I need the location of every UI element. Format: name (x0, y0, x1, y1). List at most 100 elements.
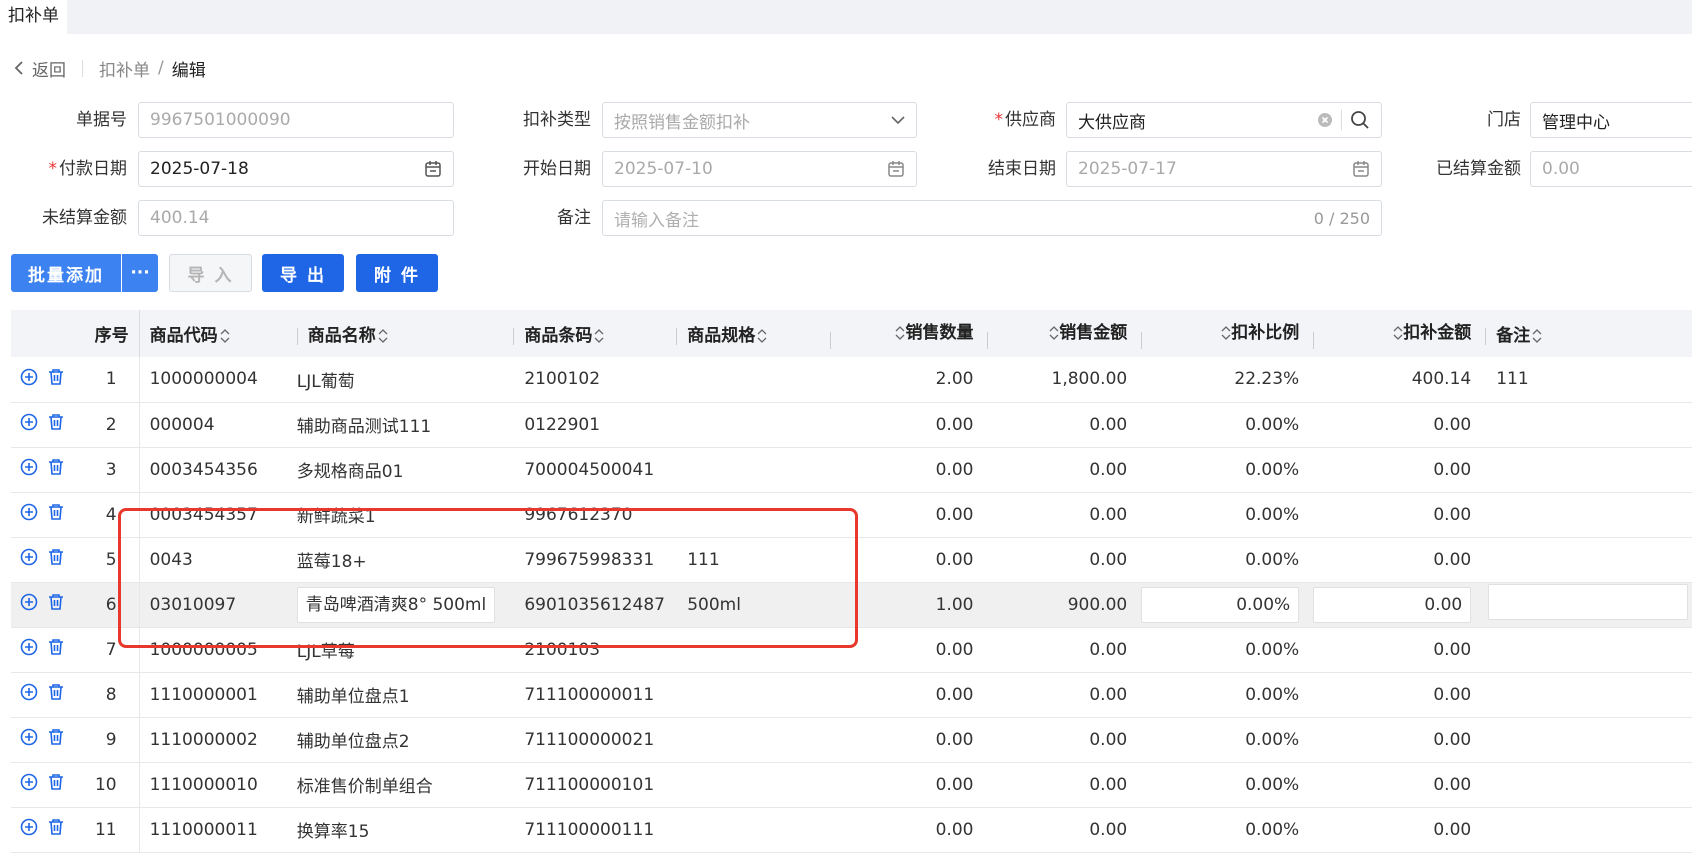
cell-remark (1485, 672, 1692, 717)
delete-row-icon[interactable] (47, 413, 65, 436)
cell-text: 0.00% (1245, 504, 1300, 525)
cell-deduct-amount: 0.00 (1313, 582, 1485, 627)
delete-row-icon[interactable] (47, 458, 65, 481)
table-row[interactable]: 3 0003454356 多规格商品01 700004500041 0.00 0.00 0.… (11, 447, 1692, 492)
delete-row-icon[interactable] (47, 593, 65, 616)
supplier-label-text: 供应商 (1005, 110, 1056, 130)
table-row[interactable]: 9 1110000002 辅助单位盘点2 711100000021 0.00 0.00 0.… (11, 717, 1692, 762)
delete-row-icon[interactable] (47, 368, 65, 391)
supplier-label: * 供应商 (994, 110, 1057, 130)
tab-bar: 扣补单 (0, 0, 1692, 34)
add-row-icon[interactable] (20, 368, 38, 391)
delete-row-icon[interactable] (47, 728, 65, 751)
header-barcode[interactable]: 商品条码 (513, 310, 677, 357)
header-deduct-amount[interactable]: 扣补金额 (1313, 310, 1486, 357)
cell-ratio: 0.00% (1141, 402, 1313, 447)
attach-button[interactable]: 附 件 (356, 254, 438, 292)
cell-spec (676, 447, 829, 492)
add-row-icon[interactable] (20, 413, 38, 436)
table-row[interactable]: 8 1110000001 辅助单位盘点1 711100000011 0.00 0.00 0.… (11, 672, 1692, 717)
add-row-icon[interactable] (20, 638, 38, 661)
batch-add-button[interactable]: 批量添加 (11, 254, 121, 292)
cell-code: 000004 (149, 414, 215, 435)
end-date-field: 2025-07-17 (1066, 151, 1382, 187)
cell-sales-qty: 0.00 (935, 819, 974, 840)
add-row-icon[interactable] (20, 818, 38, 841)
delete-row-icon[interactable] (47, 683, 65, 706)
start-date-field: 2025-07-10 (602, 151, 917, 187)
table-row[interactable]: 1 1000000004 LJL葡萄 2100102 2.00 1,800.00 22.23… (11, 357, 1692, 402)
cell-text: 0.00 (1433, 819, 1472, 840)
cell-sales-qty: 0.00 (935, 729, 974, 750)
header-sales-qty[interactable]: 销售数量 (829, 310, 988, 357)
cell-deduct-amount: 0.00 (1313, 717, 1485, 762)
cell-input[interactable] (1488, 584, 1689, 620)
search-icon[interactable] (1350, 110, 1370, 130)
supplier-field[interactable]: 大供应商 (1066, 102, 1382, 138)
remark-input[interactable]: 请输入备注 0 / 250 (602, 200, 1382, 236)
cell-text: 0.00% (1245, 819, 1300, 840)
cell-seq: 10 (79, 762, 140, 807)
calendar-icon[interactable] (424, 160, 442, 178)
back-link[interactable]: 返回 (14, 56, 66, 81)
deduction-type-select[interactable]: 按照销售金额扣补 (602, 102, 917, 138)
delete-row-icon[interactable] (47, 548, 65, 571)
cell-deduct-amount: 0.00 (1313, 492, 1485, 537)
deduction-type-label: 扣补类型 (523, 110, 591, 130)
table-row[interactable]: 10 1110000010 标准售价制单组合 711100000101 0.00 0.00… (11, 762, 1692, 807)
column-divider (1313, 332, 1315, 349)
header-sales-amount[interactable]: 销售金额 (987, 310, 1142, 357)
pay-date-label-text: 付款日期 (59, 159, 127, 179)
cell-text: 111 (1496, 369, 1529, 390)
cell-text: 0.00 (1433, 729, 1472, 750)
back-label: 返回 (32, 60, 66, 81)
cell-remark: 111 (1485, 357, 1692, 402)
delete-row-icon[interactable] (47, 503, 65, 526)
cell-ratio: 0.00% (1141, 762, 1313, 807)
delete-row-icon[interactable] (47, 818, 65, 841)
row-actions (11, 357, 80, 402)
cell-input[interactable]: 0.00 (1313, 586, 1472, 623)
cell-sales-amount: 0.00 (1089, 774, 1128, 795)
header-spec[interactable]: 商品规格 (676, 310, 830, 357)
header-remark[interactable]: 备注 (1485, 310, 1692, 357)
start-date-label: 开始日期 (523, 159, 591, 179)
cell-input[interactable]: 0.00% (1141, 586, 1300, 623)
cell-sales-amount: 0.00 (1089, 729, 1128, 750)
clear-icon[interactable] (1317, 112, 1333, 128)
header-spec-text: 商品规格 (687, 326, 756, 346)
add-row-icon[interactable] (20, 503, 38, 526)
add-row-icon[interactable] (20, 458, 38, 481)
delete-row-icon[interactable] (47, 773, 65, 796)
cell-deduct-amount: 0.00 (1313, 672, 1485, 717)
cell-sales-amount: 0.00 (1089, 504, 1128, 525)
pay-date-field[interactable]: 2025-07-18 (138, 151, 454, 187)
tab-deduction-order[interactable]: 扣补单 (0, 0, 67, 34)
header-ratio[interactable]: 扣补比例 (1141, 310, 1314, 357)
cell-remark (1485, 402, 1692, 447)
cell-sales-qty: 2.00 (935, 369, 974, 390)
row-actions (11, 492, 80, 537)
header-code[interactable]: 商品代码 (139, 310, 297, 357)
cell-barcode: 711100000111 (524, 819, 655, 840)
add-row-icon[interactable] (20, 548, 38, 571)
more-button[interactable]: ··· (122, 254, 158, 292)
cell-remark (1485, 627, 1692, 672)
add-row-icon[interactable] (20, 683, 38, 706)
table-row[interactable]: 2 000004 辅助商品测试111 0122901 0.00 0.00 0.00% 0.00 (11, 402, 1692, 447)
breadcrumb-section[interactable]: 扣补单 (99, 56, 150, 81)
cell-text: 0.00 (1433, 639, 1472, 660)
store-field[interactable]: 管理中心 (1530, 102, 1692, 138)
cell-deduct-amount: 0.00 (1313, 537, 1485, 582)
delete-row-icon[interactable] (47, 638, 65, 661)
add-row-icon[interactable] (20, 773, 38, 796)
cell-barcode: 2100102 (524, 369, 601, 390)
header-name[interactable]: 商品名称 (296, 310, 514, 357)
add-row-icon[interactable] (20, 728, 38, 751)
sort-icon (1532, 329, 1542, 343)
add-row-icon[interactable] (20, 593, 38, 616)
export-button[interactable]: 导 出 (262, 254, 344, 292)
table-row[interactable]: 11 1110000011 换算率15 711100000111 0.00 0.00 0.0… (11, 807, 1692, 852)
cell-text: 辅助单位盘点2 (296, 732, 410, 752)
cell-seq: 1 (79, 357, 140, 402)
